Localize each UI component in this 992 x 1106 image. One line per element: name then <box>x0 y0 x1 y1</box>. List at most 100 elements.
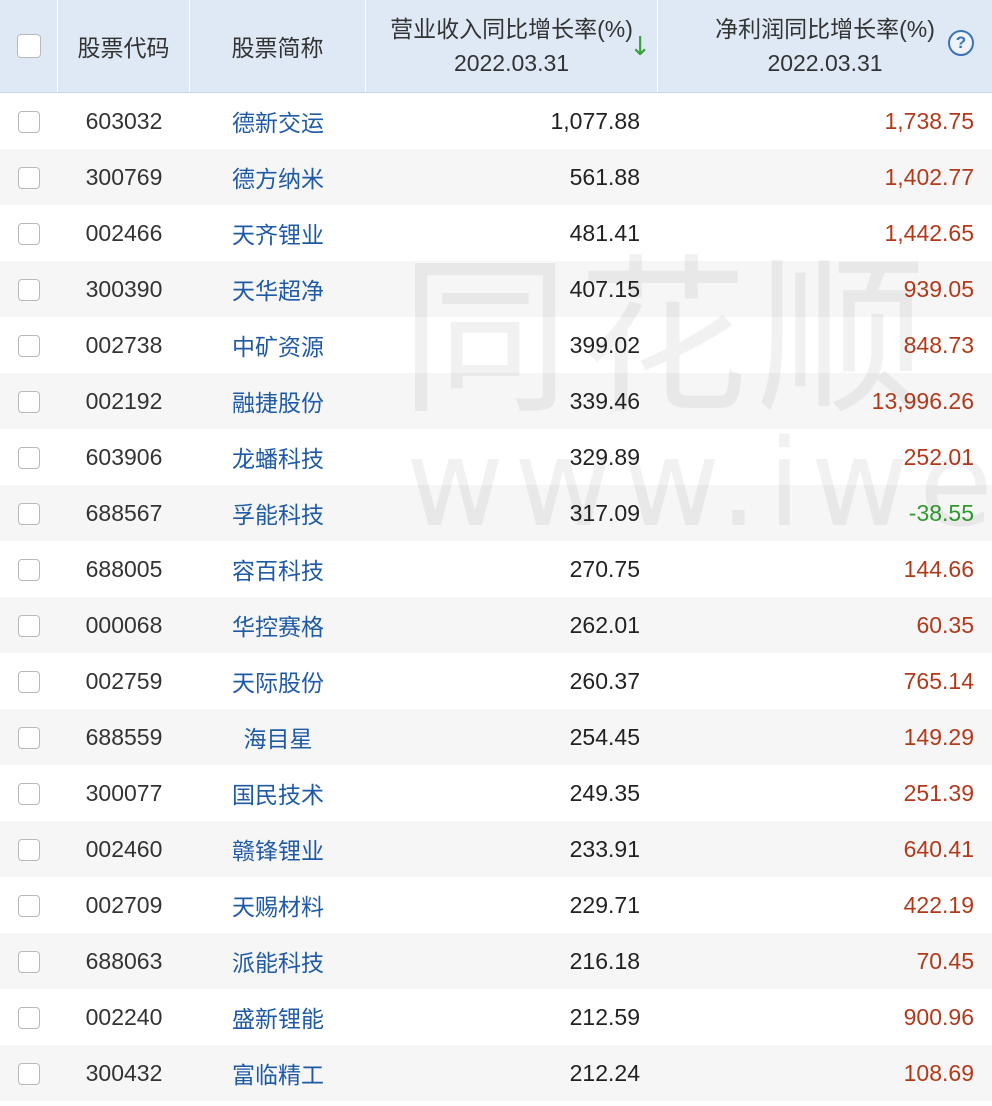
column-header-netprofit-growth[interactable]: 净利润同比增长率(%) 2022.03.31 ? <box>658 0 992 92</box>
column-header-code[interactable]: 股票代码 <box>58 0 190 92</box>
stock-name-link[interactable]: 派能科技 <box>190 933 366 989</box>
netprofit-header-label: 净利润同比增长率(%) <box>715 16 935 42</box>
table-row[interactable]: 002460 赣锋锂业 233.91 640.41 <box>0 821 992 877</box>
table-row[interactable]: 000068 华控赛格 262.01 60.35 <box>0 597 992 653</box>
row-checkbox[interactable] <box>18 503 40 525</box>
row-checkbox[interactable] <box>18 111 40 133</box>
stock-name-link[interactable]: 德新交运 <box>190 93 366 149</box>
row-checkbox[interactable] <box>18 615 40 637</box>
stock-name-link[interactable]: 龙蟠科技 <box>190 429 366 485</box>
stock-name-link[interactable]: 德方纳米 <box>190 149 366 205</box>
stock-name-link[interactable]: 华控赛格 <box>190 597 366 653</box>
row-checkbox-cell <box>0 877 58 933</box>
table-row[interactable]: 300077 国民技术 249.35 251.39 <box>0 765 992 821</box>
table-row[interactable]: 300432 富临精工 212.24 108.69 <box>0 1045 992 1101</box>
stock-table: 股票代码 股票简称 营业收入同比增长率(%) 2022.03.31 ↓ 净利润同… <box>0 0 992 1101</box>
row-checkbox[interactable] <box>18 391 40 413</box>
netprofit-growth-value: 108.69 <box>903 1059 974 1086</box>
revenue-header-date: 2022.03.31 <box>453 50 570 76</box>
table-row[interactable]: 002192 融捷股份 339.46 13,996.26 <box>0 373 992 429</box>
stock-name-link[interactable]: 盛新锂能 <box>190 989 366 1045</box>
stock-name-link[interactable]: 海目星 <box>190 709 366 765</box>
revenue-growth-value: 399.02 <box>569 331 640 358</box>
stock-code: 002466 <box>85 219 163 246</box>
sort-down-arrow-icon[interactable]: ↓ <box>629 30 651 64</box>
netprofit-growth-value: 60.35 <box>916 611 974 638</box>
netprofit-growth-value: 900.96 <box>903 1003 974 1030</box>
revenue-growth-value: 260.37 <box>569 667 640 694</box>
row-checkbox[interactable] <box>18 671 40 693</box>
netprofit-growth-value: 144.66 <box>903 555 974 582</box>
row-checkbox[interactable] <box>18 727 40 749</box>
stock-name-link[interactable]: 天齐锂业 <box>190 205 366 261</box>
revenue-growth-value: 262.01 <box>569 611 640 638</box>
stock-name-link[interactable]: 赣锋锂业 <box>190 821 366 877</box>
revenue-growth-value: 233.91 <box>569 835 640 862</box>
stock-code: 002460 <box>85 835 163 862</box>
row-checkbox[interactable] <box>18 279 40 301</box>
stock-name-link[interactable]: 富临精工 <box>190 1045 366 1101</box>
stock-code: 603032 <box>85 107 163 134</box>
stock-code: 300432 <box>85 1059 163 1086</box>
revenue-growth-value: 317.09 <box>569 499 640 526</box>
stock-code: 688559 <box>85 723 163 750</box>
table-row[interactable]: 002240 盛新锂能 212.59 900.96 <box>0 989 992 1045</box>
row-checkbox[interactable] <box>18 335 40 357</box>
row-checkbox[interactable] <box>18 951 40 973</box>
row-checkbox-cell <box>0 317 58 373</box>
stock-name-link[interactable]: 中矿资源 <box>190 317 366 373</box>
row-checkbox[interactable] <box>18 783 40 805</box>
netprofit-growth-value: 939.05 <box>903 275 974 302</box>
netprofit-growth-value: 848.73 <box>903 331 974 358</box>
row-checkbox[interactable] <box>18 1063 40 1085</box>
table-row[interactable]: 002738 中矿资源 399.02 848.73 <box>0 317 992 373</box>
row-checkbox-cell <box>0 933 58 989</box>
netprofit-growth-value: 1,738.75 <box>884 107 974 134</box>
table-row[interactable]: 688063 派能科技 216.18 70.45 <box>0 933 992 989</box>
netprofit-header-date: 2022.03.31 <box>767 50 883 76</box>
table-row[interactable]: 603032 德新交运 1,077.88 1,738.75 <box>0 93 992 149</box>
stock-name-link[interactable]: 融捷股份 <box>190 373 366 429</box>
revenue-growth-value: 481.41 <box>569 219 640 246</box>
table-row[interactable]: 688559 海目星 254.45 149.29 <box>0 709 992 765</box>
stock-code: 002240 <box>85 1003 163 1030</box>
stock-name-link[interactable]: 天际股份 <box>190 653 366 709</box>
stock-code: 002709 <box>85 891 163 918</box>
row-checkbox[interactable] <box>18 167 40 189</box>
revenue-growth-value: 339.46 <box>569 387 640 414</box>
revenue-growth-value: 212.24 <box>569 1059 640 1086</box>
column-header-revenue-growth[interactable]: 营业收入同比增长率(%) 2022.03.31 ↓ <box>366 0 658 92</box>
revenue-growth-value: 229.71 <box>569 891 640 918</box>
row-checkbox-cell <box>0 205 58 261</box>
table-row[interactable]: 300390 天华超净 407.15 939.05 <box>0 261 992 317</box>
table-row[interactable]: 688567 孚能科技 317.09 -38.55 <box>0 485 992 541</box>
table-row[interactable]: 002466 天齐锂业 481.41 1,442.65 <box>0 205 992 261</box>
row-checkbox[interactable] <box>18 895 40 917</box>
row-checkbox[interactable] <box>18 223 40 245</box>
stock-name-link[interactable]: 国民技术 <box>190 765 366 821</box>
stock-name-link[interactable]: 容百科技 <box>190 541 366 597</box>
table-row[interactable]: 002759 天际股份 260.37 765.14 <box>0 653 992 709</box>
row-checkbox[interactable] <box>18 839 40 861</box>
row-checkbox-cell <box>0 429 58 485</box>
row-checkbox[interactable] <box>18 1007 40 1029</box>
row-checkbox-cell <box>0 597 58 653</box>
select-all-checkbox[interactable] <box>16 34 41 58</box>
netprofit-growth-value: 765.14 <box>903 667 974 694</box>
stock-name-link[interactable]: 天赐材料 <box>190 877 366 933</box>
table-row[interactable]: 300769 德方纳米 561.88 1,402.77 <box>0 149 992 205</box>
question-circle-icon[interactable]: ? <box>948 30 974 56</box>
stock-code: 002192 <box>85 387 163 414</box>
row-checkbox-cell <box>0 485 58 541</box>
table-row[interactable]: 688005 容百科技 270.75 144.66 <box>0 541 992 597</box>
column-header-name[interactable]: 股票简称 <box>190 0 366 92</box>
table-row[interactable]: 002709 天赐材料 229.71 422.19 <box>0 877 992 933</box>
table-row[interactable]: 603906 龙蟠科技 329.89 252.01 <box>0 429 992 485</box>
stock-name-link[interactable]: 孚能科技 <box>190 485 366 541</box>
revenue-header-label: 营业收入同比增长率(%) <box>390 16 633 42</box>
row-checkbox[interactable] <box>18 447 40 469</box>
row-checkbox-cell <box>0 765 58 821</box>
row-checkbox[interactable] <box>18 559 40 581</box>
revenue-growth-value: 216.18 <box>569 947 640 974</box>
stock-name-link[interactable]: 天华超净 <box>190 261 366 317</box>
